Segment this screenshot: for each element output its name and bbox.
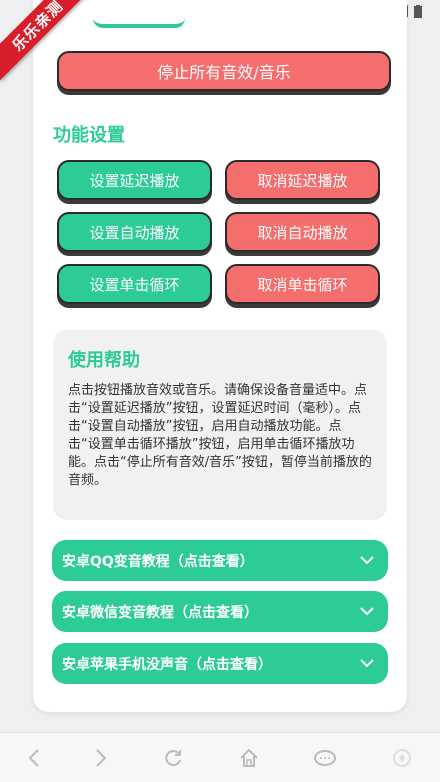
set-delay-button[interactable]: 设置延迟播放 <box>57 160 212 200</box>
chevron-down-icon <box>360 556 374 565</box>
section-title: 功能设置 <box>53 125 125 146</box>
cancel-auto-button[interactable]: 取消自动播放 <box>225 212 380 252</box>
accordion-label: 安卓QQ变音教程（点击查看） <box>62 553 254 570</box>
chevron-down-icon <box>360 607 374 616</box>
help-title: 使用帮助 <box>68 350 140 371</box>
tabs-icon[interactable] <box>314 749 337 767</box>
set-loop-button[interactable]: 设置单击循环 <box>57 264 212 304</box>
cancel-loop-button[interactable]: 取消单击循环 <box>225 264 380 304</box>
cancel-delay-button[interactable]: 取消延迟播放 <box>225 160 380 200</box>
set-auto-button[interactable]: 设置自动播放 <box>57 212 212 252</box>
top-tab-indicator <box>93 0 185 28</box>
accordion-no-sound[interactable]: 安卓苹果手机没声音（点击查看） <box>52 643 388 684</box>
home-icon[interactable] <box>239 748 259 768</box>
menu-icon[interactable] <box>392 748 412 768</box>
forward-icon[interactable] <box>95 748 107 767</box>
browser-nav-bar <box>0 732 440 782</box>
accordion-wechat[interactable]: 安卓微信变音教程（点击查看） <box>52 591 388 632</box>
battery-icon <box>414 4 422 18</box>
chevron-down-icon <box>360 659 374 668</box>
back-icon[interactable] <box>28 748 40 767</box>
stop-all-button[interactable]: 停止所有音效/音乐 <box>57 51 391 91</box>
main-card: 停止所有音效/音乐 功能设置 设置延迟播放 取消延迟播放 设置自动播放 取消自动… <box>33 0 407 712</box>
refresh-icon[interactable] <box>163 748 183 768</box>
accordion-label: 安卓苹果手机没声音（点击查看） <box>62 656 272 673</box>
help-panel: 使用帮助 点击按钮播放音效或音乐。请确保设备音量适中。点击“设置延迟播放”按钮，… <box>53 330 387 520</box>
help-text: 点击按钮播放音效或音乐。请确保设备音量适中。点击“设置延迟播放”按钮，设置延迟时… <box>68 383 372 488</box>
accordion-label: 安卓微信变音教程（点击查看） <box>62 604 258 621</box>
accordion-qq[interactable]: 安卓QQ变音教程（点击查看） <box>52 540 388 581</box>
